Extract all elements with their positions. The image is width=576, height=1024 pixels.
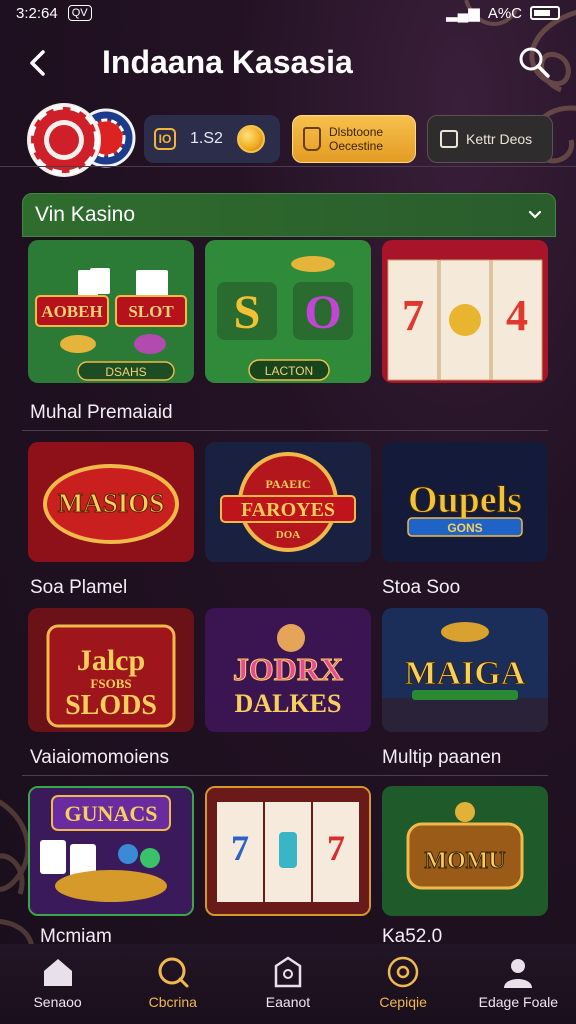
game-title: MAIGA <box>405 655 526 692</box>
game-tile[interactable]: MASIOS <box>28 442 194 562</box>
game-tile[interactable]: GUNACS <box>28 786 194 916</box>
game-subtitle: DOA <box>276 529 301 541</box>
divider <box>22 430 548 431</box>
target-icon <box>387 956 419 988</box>
svg-text:7: 7 <box>327 828 345 868</box>
game-tile[interactable]: MAIGA <box>382 608 548 732</box>
tag-icon <box>440 130 458 148</box>
gift-icon <box>303 127 321 151</box>
nav-item-search[interactable]: Cbcrina <box>118 954 228 1010</box>
home-icon <box>43 959 72 986</box>
nav-item-profile[interactable]: Edage Foale <box>463 954 573 1010</box>
tile-reel: 7 <box>402 291 424 340</box>
balance-value: 1.S2 <box>190 130 223 147</box>
game-title: MOMU <box>424 848 505 874</box>
game-tile[interactable]: Oupels GONS <box>382 442 548 562</box>
chevron-down-icon <box>528 210 542 219</box>
category-label: Soa Plamel <box>30 577 128 598</box>
category-label: Vaiaiomomoiens <box>30 747 170 768</box>
casino-chips-logo <box>27 103 136 177</box>
game-tile[interactable]: JODRX DALKES <box>205 608 371 732</box>
divider <box>0 166 576 167</box>
bonus-label: Dlsbtoone Oecestine <box>329 125 384 153</box>
page-title: Indaana Kasasia <box>102 44 353 80</box>
game-title: MASIOS <box>58 488 165 518</box>
game-midline: FSOBS <box>90 676 131 691</box>
search-circle-icon <box>158 957 189 988</box>
featured-game-tile[interactable]: S O LACTON <box>205 240 371 383</box>
game-tile[interactable]: Jalcp FSOBS SLODS <box>28 608 194 732</box>
nav-item-target[interactable]: Cepiqie <box>348 954 458 1010</box>
category-label: Muhal Premaiaid <box>30 402 173 423</box>
nav-label: Eaanot <box>265 994 311 1010</box>
game-title: JODRX <box>233 651 343 687</box>
nav-item-shield[interactable]: Eaanot <box>233 954 343 1010</box>
coin-icon <box>236 125 265 153</box>
nav-label: Edage Foale <box>478 994 559 1010</box>
section-header[interactable]: Vin Kasino <box>22 193 556 237</box>
game-reel: 7 <box>231 828 249 868</box>
game-title: Jalcp <box>77 644 145 677</box>
tile-label-left: AOBEH <box>41 302 102 321</box>
deals-button[interactable]: Kettr Deos <box>427 115 553 163</box>
network-indicator: A%C <box>487 4 522 22</box>
tile-label-right: SLOT <box>128 302 174 321</box>
game-title: GUNACS <box>65 801 158 826</box>
featured-game-tile[interactable]: AOBEH SLOT DSAHS <box>28 240 194 383</box>
game-tile[interactable]: 7 7 <box>205 786 371 916</box>
status-pill: QV <box>67 5 92 21</box>
tile-reel-right: O <box>304 286 341 339</box>
category-label: Multip paanen <box>382 747 502 768</box>
search-icon[interactable] <box>516 44 552 80</box>
game-subtitle: DALKES <box>235 689 342 718</box>
signal-icon: ▂▄▆ <box>446 5 480 22</box>
status-time: 3:2:64 <box>16 4 58 22</box>
game-title: FAROYES <box>241 499 335 521</box>
featured-game-tile[interactable]: 7 4 <box>382 240 548 383</box>
nav-label: Senaoo <box>33 994 82 1010</box>
status-bar: 3:2:64 QV ▂▄▆ A%C <box>0 0 576 26</box>
tile-footer: LACTON <box>265 364 313 378</box>
game-subtitle: GONS <box>447 521 482 535</box>
game-top-label: PAAEIC <box>265 477 310 491</box>
nav-label: Cbcrina <box>148 994 197 1010</box>
section-title: Vin Kasino <box>35 203 136 226</box>
balance-display[interactable]: IO 1.S2 <box>144 115 280 163</box>
game-tile[interactable]: MOMU <box>382 786 548 916</box>
app-header: Indaana Kasasia <box>0 34 576 94</box>
tile-footer: DSAHS <box>105 365 146 379</box>
bonus-button[interactable]: Dlsbtoone Oecestine <box>292 115 416 163</box>
game-title: Oupels <box>408 479 522 521</box>
tile-reel-left: S <box>234 286 261 339</box>
divider <box>22 775 548 776</box>
shield-icon <box>274 956 302 988</box>
battery-icon <box>530 6 560 20</box>
wallet-icon: IO <box>154 128 176 150</box>
user-icon <box>504 959 533 988</box>
tile-reel: 4 <box>506 291 528 340</box>
bottom-navigation: Senaoo Cbcrina Eaanot Cepiqie Edage Foal… <box>0 944 576 1024</box>
category-label: Stoa Soo <box>382 577 461 598</box>
game-subtitle: SLODS <box>65 690 157 721</box>
nav-item-home[interactable]: Senaoo <box>3 954 113 1010</box>
game-tile[interactable]: PAAEIC FAROYES DOA <box>205 442 371 562</box>
back-arrow-icon[interactable] <box>24 48 54 78</box>
deals-label: Kettr Deos <box>466 131 533 147</box>
nav-label: Cepiqie <box>379 994 427 1010</box>
